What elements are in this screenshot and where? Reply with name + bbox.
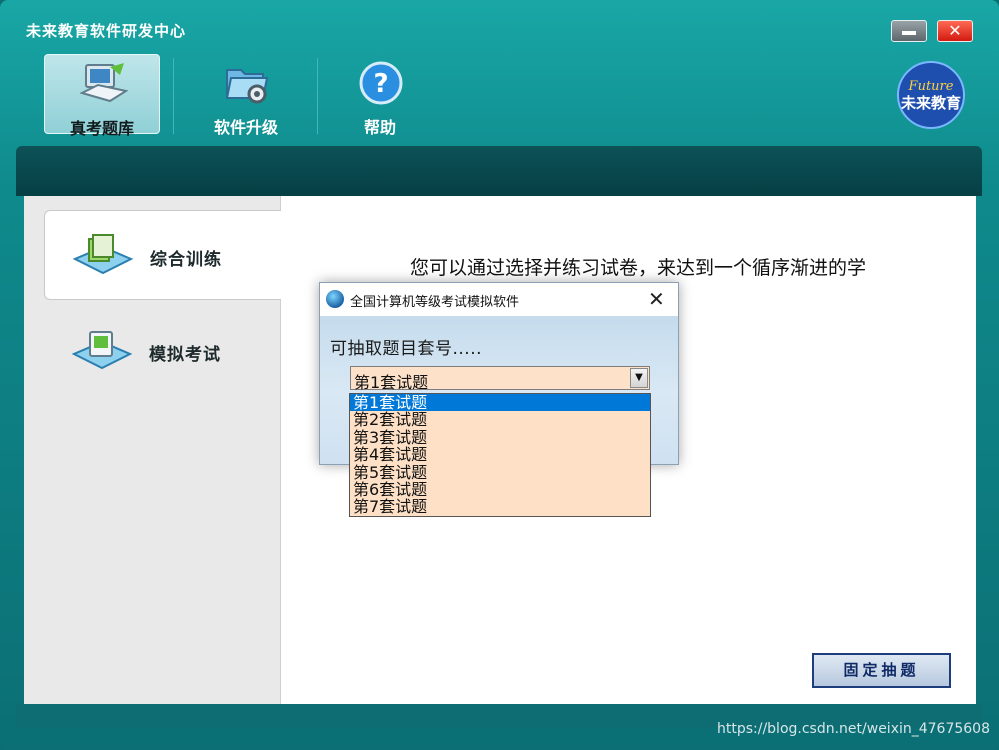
sidebar-item-label: 模拟考试 [149,345,221,365]
watermark: https://blog.csdn.net/weixin_47675608 [716,721,990,737]
toolbar-software-upgrade[interactable]: 软件升级 [188,54,304,137]
mock-exam-icon [71,331,133,370]
header-band [16,146,982,196]
toolbar-divider [317,58,318,134]
svg-text:Future: Future [908,79,954,94]
chevron-down-icon[interactable]: ▼ [630,368,648,388]
dropdown-option[interactable]: 第5套试题 [350,464,650,481]
select-value: 第1套试题 [354,373,429,392]
toolbar-label: 真考题库 [69,119,134,138]
toolbar-help[interactable]: ? 帮助 [322,54,438,137]
training-icon [72,234,134,275]
dropdown-option[interactable]: 第2套试题 [350,411,650,428]
minimize-button[interactable] [891,20,927,42]
toolbar-label: 软件升级 [213,118,278,137]
dropdown-option[interactable]: 第3套试题 [350,429,650,446]
app-icon [326,290,344,308]
close-button[interactable]: ✕ [937,20,973,42]
intro-text: 您可以通过选择并练习试卷，来达到一个循序渐进的学 [410,257,867,279]
question-set-dropdown-list[interactable]: 第1套试题 第2套试题 第3套试题 第4套试题 第5套试题 第6套试题 第7套试… [349,393,651,517]
dialog-title: 全国计算机等级考试模拟软件 [350,295,520,310]
dialog-close-icon[interactable]: ✕ [648,287,665,311]
toolbar-real-exam-bank[interactable]: 真考题库 [44,54,160,138]
dropdown-option[interactable]: 第7套试题 [350,498,650,515]
fixed-question-button[interactable]: 固定抽题 [812,653,951,688]
window-title: 未来教育软件研发中心 [26,22,187,40]
dropdown-option[interactable]: 第4套试题 [350,446,650,463]
question-set-select[interactable]: 第1套试题 ▼ [350,366,650,392]
title-bar: 未来教育软件研发中心 ✕ [0,0,999,42]
dialog-message: 可抽取题目套号..... [330,339,483,359]
dialog-title-bar: 全国计算机等级考试模拟软件 ✕ [320,283,678,316]
svg-text:未来教育: 未来教育 [900,94,961,112]
future-education-logo: Future 未来教育 [897,61,965,129]
dropdown-option[interactable]: 第6套试题 [350,481,650,498]
svg-text:?: ? [373,69,388,99]
folder-gear-icon [225,69,269,104]
toolbar-label: 帮助 [363,118,396,137]
sidebar-item-label: 综合训练 [150,250,222,270]
help-icon: ? [359,61,403,105]
computer-icon [80,63,128,103]
toolbar-divider [173,58,174,134]
sidebar-item-comprehensive-training[interactable]: 综合训练 [44,210,281,300]
dropdown-option[interactable]: 第1套试题 [350,394,650,412]
sidebar-item-mock-exam[interactable]: 模拟考试 [44,306,280,394]
